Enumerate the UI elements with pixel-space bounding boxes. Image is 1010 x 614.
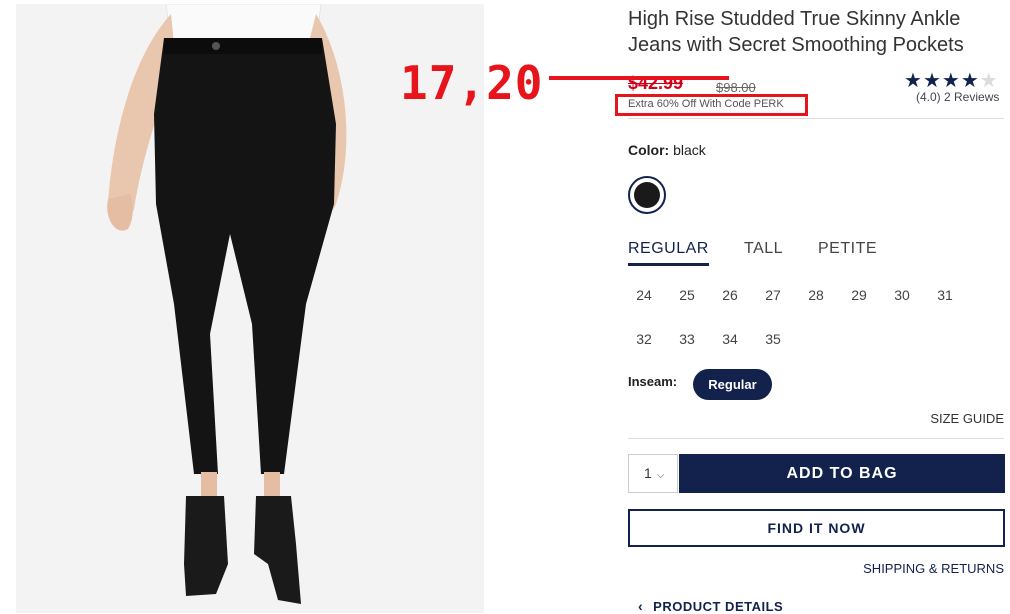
size-option[interactable]: 35 — [757, 331, 789, 347]
star-icon: ★ — [922, 70, 942, 92]
star-icon: ★ — [960, 70, 980, 92]
size-guide-link[interactable]: SIZE GUIDE — [930, 411, 1004, 426]
divider — [628, 438, 1004, 439]
chevron-down-icon: ⌵ — [656, 470, 665, 481]
size-option[interactable]: 25 — [671, 287, 703, 303]
shipping-returns-link[interactable]: SHIPPING & RETURNS — [863, 561, 1004, 576]
star-empty-icon: ★ — [979, 70, 999, 92]
tab-petite[interactable]: PETITE — [818, 240, 877, 263]
size-option[interactable]: 30 — [886, 287, 918, 303]
quantity-select[interactable]: 1 ⌵ — [628, 454, 678, 493]
reviews-link[interactable]: (4.0) 2 Reviews — [916, 90, 999, 104]
size-option[interactable]: 28 — [800, 287, 832, 303]
size-option[interactable]: 31 — [929, 287, 961, 303]
quantity-value: 1 — [644, 465, 652, 481]
product-details-label: PRODUCT DETAILS — [653, 599, 784, 614]
star-icon: ★ — [941, 70, 961, 92]
size-option[interactable]: 32 — [628, 331, 660, 347]
inseam-label: Inseam: — [628, 374, 678, 389]
inseam-regular-button[interactable]: Regular — [693, 369, 772, 400]
color-row: Color: black — [628, 142, 706, 158]
size-option[interactable]: 27 — [757, 287, 789, 303]
color-swatch-black[interactable] — [628, 176, 666, 214]
tab-regular[interactable]: REGULAR — [628, 240, 709, 266]
promo-highlight-box — [615, 94, 808, 116]
find-it-now-button[interactable]: FIND IT NOW — [628, 509, 1005, 547]
size-option[interactable]: 34 — [714, 331, 746, 347]
size-option[interactable]: 29 — [843, 287, 875, 303]
color-label: Color: — [628, 142, 670, 158]
size-option[interactable]: 33 — [671, 331, 703, 347]
tab-tall[interactable]: TALL — [744, 240, 783, 263]
add-to-bag-button[interactable]: ADD TO BAG — [679, 454, 1005, 493]
size-option[interactable]: 26 — [714, 287, 746, 303]
size-option[interactable]: 24 — [628, 287, 660, 303]
star-icon: ★ — [904, 70, 923, 92]
divider — [628, 118, 1004, 119]
product-title: High Rise Studded True Skinny Ankle Jean… — [628, 8, 964, 56]
handwritten-price-annotation: 17,20 — [400, 56, 544, 110]
annotation-arrow-line — [549, 76, 729, 80]
chevron-left-icon: ‹ — [638, 598, 644, 614]
color-value: black — [673, 142, 706, 158]
product-details-toggle[interactable]: ‹ PRODUCT DETAILS — [638, 598, 783, 614]
original-price: $98.00 — [716, 80, 756, 95]
